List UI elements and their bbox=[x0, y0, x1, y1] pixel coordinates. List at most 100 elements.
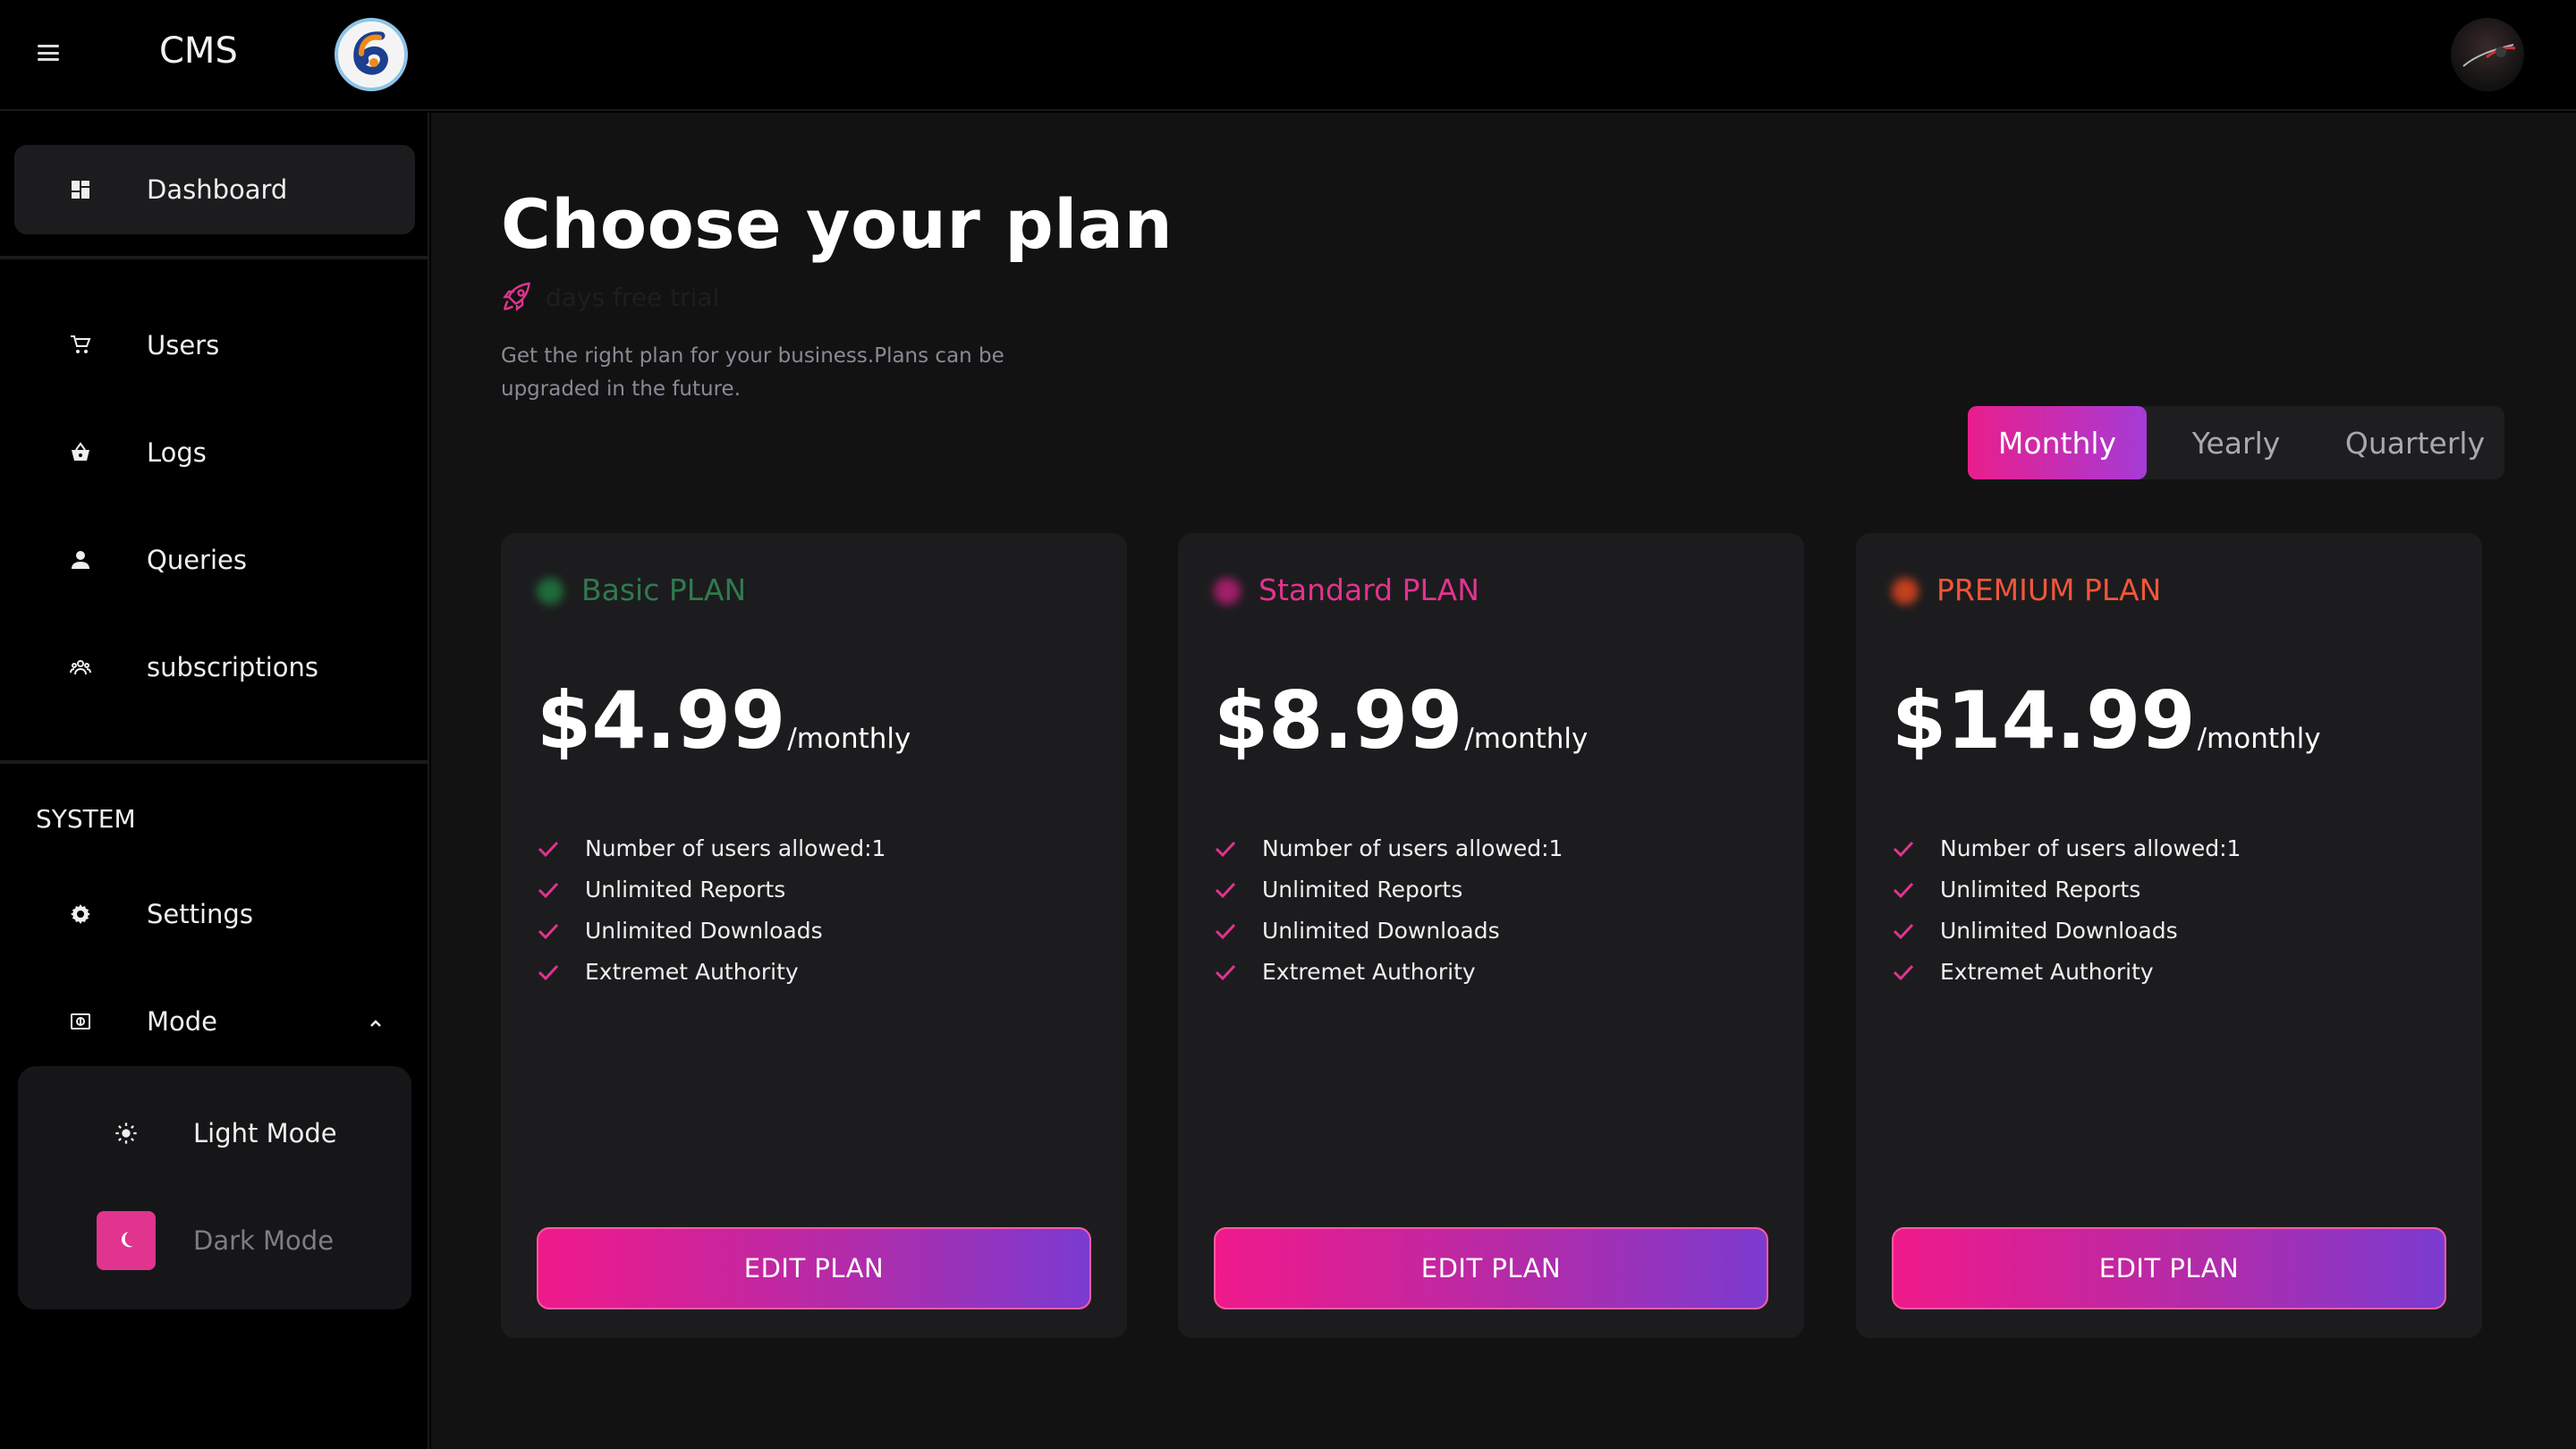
plan-dot bbox=[537, 578, 564, 605]
feature-item: Unlimited Reports bbox=[1892, 877, 2140, 902]
cart-icon bbox=[71, 335, 91, 353]
hamburger-icon[interactable] bbox=[38, 45, 59, 61]
plan-price: $14.99 /monthly bbox=[1892, 674, 2321, 767]
feature-item: Extremet Authority bbox=[1214, 959, 1476, 985]
check-icon bbox=[538, 964, 559, 980]
edit-plan-button[interactable]: EDIT PLAN bbox=[1214, 1227, 1768, 1309]
user-avatar[interactable] bbox=[2451, 18, 2524, 91]
dashboard-icon bbox=[72, 181, 89, 199]
sidebar-item-label: Dashboard bbox=[147, 174, 288, 205]
sidebar-item-users[interactable]: Users bbox=[14, 301, 415, 390]
sidebar: Dashboard Users Logs Queries subscriptio… bbox=[0, 113, 429, 1449]
check-icon bbox=[538, 923, 559, 939]
feature-text: Extremet Authority bbox=[1940, 959, 2154, 985]
billing-monthly-button[interactable]: Monthly bbox=[1968, 406, 2147, 479]
brand-title: CMS bbox=[159, 30, 238, 72]
plan-price: $8.99 /monthly bbox=[1214, 674, 1588, 767]
feature-item: Unlimited Downloads bbox=[1892, 918, 2178, 944]
chevron-up-icon[interactable] bbox=[369, 1016, 383, 1030]
feature-item: Number of users allowed:1 bbox=[1214, 835, 1563, 861]
sidebar-item-logs[interactable]: Logs bbox=[14, 408, 415, 497]
plan-name: PREMIUM PLAN bbox=[1936, 572, 2162, 607]
plan-dot bbox=[1214, 578, 1241, 605]
rocket-icon bbox=[503, 282, 530, 311]
plan-dot bbox=[1892, 578, 1919, 605]
edit-plan-button[interactable]: EDIT PLAN bbox=[537, 1227, 1091, 1309]
price-amount: $4.99 bbox=[537, 674, 786, 767]
feature-text: Unlimited Downloads bbox=[1940, 918, 2178, 944]
sidebar-item-label: Logs bbox=[147, 437, 207, 468]
feature-text: Number of users allowed:1 bbox=[1262, 835, 1563, 861]
check-icon bbox=[538, 841, 559, 857]
feature-text: Unlimited Reports bbox=[1262, 877, 1463, 902]
mode-icon bbox=[71, 1013, 90, 1030]
billing-yearly-button[interactable]: Yearly bbox=[2147, 406, 2326, 479]
billing-quarterly-button[interactable]: Quarterly bbox=[2326, 406, 2504, 479]
sidebar-item-label: Users bbox=[147, 330, 220, 360]
sidebar-item-label: subscriptions bbox=[147, 652, 318, 682]
page-subtitle: Get the right plan for your business.Pla… bbox=[501, 344, 1004, 401]
sidebar-divider bbox=[0, 760, 429, 764]
check-icon bbox=[1215, 964, 1236, 980]
feature-text: Extremet Authority bbox=[1262, 959, 1476, 985]
check-icon bbox=[1893, 923, 1914, 939]
light-mode-option[interactable]: Light Mode bbox=[18, 1084, 411, 1182]
sidebar-item-subscriptions[interactable]: subscriptions bbox=[14, 623, 415, 712]
sidebar-item-queries[interactable]: Queries bbox=[14, 515, 415, 605]
plan-card-standard: Standard PLAN $8.99 /monthly Number of u… bbox=[1178, 533, 1804, 1338]
check-icon bbox=[538, 882, 559, 898]
price-period: /monthly bbox=[787, 723, 911, 755]
billing-toggle: Monthly Yearly Quarterly bbox=[1968, 406, 2504, 479]
feature-item: Number of users allowed:1 bbox=[537, 835, 886, 861]
feature-item: Number of users allowed:1 bbox=[1892, 835, 2241, 861]
check-icon bbox=[1215, 923, 1236, 939]
top-bar: CMS bbox=[0, 0, 2576, 111]
section-title-system: SYSTEM bbox=[36, 804, 136, 834]
dark-mode-option[interactable]: Dark Mode bbox=[18, 1191, 411, 1290]
sidebar-item-label: Settings bbox=[147, 899, 253, 929]
main-content: Choose your plan days free trial Get the… bbox=[431, 113, 2576, 1449]
sidebar-item-settings[interactable]: Settings bbox=[14, 869, 415, 959]
feature-item: Unlimited Reports bbox=[537, 877, 785, 902]
gear-icon bbox=[71, 904, 90, 924]
plan-name: Standard PLAN bbox=[1258, 572, 1479, 607]
plan-name: Basic PLAN bbox=[581, 572, 747, 607]
app-logo[interactable] bbox=[335, 18, 408, 91]
group-icon bbox=[70, 660, 91, 675]
plan-card-basic: Basic PLAN $4.99 /monthly Number of user… bbox=[501, 533, 1127, 1338]
check-icon bbox=[1215, 841, 1236, 857]
feature-text: Unlimited Downloads bbox=[585, 918, 823, 944]
feature-text: Unlimited Downloads bbox=[1262, 918, 1500, 944]
feature-text: Number of users allowed:1 bbox=[1940, 835, 2241, 861]
check-icon bbox=[1893, 964, 1914, 980]
price-period: /monthly bbox=[1464, 723, 1589, 755]
sun-icon bbox=[97, 1104, 156, 1163]
moon-icon bbox=[97, 1211, 156, 1270]
plan-price: $4.99 /monthly bbox=[537, 674, 911, 767]
price-period: /monthly bbox=[2197, 723, 2321, 755]
feature-text: Unlimited Reports bbox=[585, 877, 786, 902]
sidebar-item-label: Queries bbox=[147, 545, 247, 575]
edit-plan-button[interactable]: EDIT PLAN bbox=[1892, 1227, 2446, 1309]
check-icon bbox=[1893, 841, 1914, 857]
check-icon bbox=[1893, 882, 1914, 898]
sidebar-item-mode[interactable]: Mode bbox=[14, 977, 415, 1066]
plan-card-premium: PREMIUM PLAN $14.99 /monthly Number of u… bbox=[1856, 533, 2482, 1338]
feature-text: Unlimited Reports bbox=[1940, 877, 2141, 902]
trial-text: days free trial bbox=[546, 282, 720, 312]
mode-submenu: Light Mode Dark Mode bbox=[18, 1066, 411, 1309]
feature-item: Extremet Authority bbox=[537, 959, 799, 985]
sidebar-divider bbox=[0, 256, 429, 259]
sidebar-item-dashboard[interactable]: Dashboard bbox=[14, 145, 415, 234]
feature-item: Unlimited Downloads bbox=[1214, 918, 1500, 944]
person-icon bbox=[72, 551, 89, 569]
dark-mode-label: Dark Mode bbox=[193, 1225, 335, 1256]
sidebar-item-label: Mode bbox=[147, 1006, 218, 1037]
feature-item: Extremet Authority bbox=[1892, 959, 2154, 985]
price-amount: $14.99 bbox=[1892, 674, 2196, 767]
feature-text: Extremet Authority bbox=[585, 959, 799, 985]
feature-item: Unlimited Downloads bbox=[537, 918, 823, 944]
trial-info: days free trial bbox=[501, 279, 719, 315]
light-mode-label: Light Mode bbox=[193, 1118, 337, 1148]
feature-item: Unlimited Reports bbox=[1214, 877, 1462, 902]
